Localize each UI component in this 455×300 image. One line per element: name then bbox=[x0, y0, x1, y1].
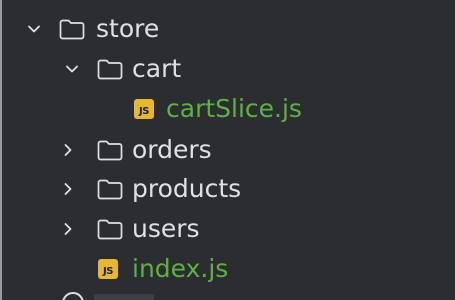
tree-item-store[interactable]: store bbox=[2, 9, 455, 49]
tree-item-label: users bbox=[132, 214, 200, 243]
tree-item-cart[interactable]: cart bbox=[2, 49, 455, 89]
folder-icon bbox=[58, 17, 86, 41]
tree-item-index-js[interactable]: JS index.js bbox=[2, 249, 455, 289]
tree-item-label: cart bbox=[132, 54, 182, 83]
tree-item-label: products bbox=[132, 174, 242, 203]
project-file-tree: store cart JS cartSlice.js orders produc… bbox=[0, 0, 455, 300]
folder-icon bbox=[96, 57, 124, 81]
folder-icon bbox=[96, 217, 124, 241]
cutoff-item-label bbox=[94, 294, 154, 300]
tree-item-orders[interactable]: orders bbox=[2, 130, 455, 170]
chevron-right-icon[interactable] bbox=[58, 219, 78, 239]
tree-item-products[interactable]: products bbox=[2, 169, 455, 209]
tree-item-cartslice-js[interactable]: JS cartSlice.js bbox=[2, 89, 455, 129]
tree-item-users[interactable]: users bbox=[2, 209, 455, 249]
tree-item-label: store bbox=[96, 14, 160, 43]
chevron-down-icon[interactable] bbox=[62, 59, 82, 79]
js-file-icon: JS bbox=[98, 259, 118, 279]
folder-icon bbox=[96, 177, 124, 201]
cutoff-item-icon bbox=[62, 292, 84, 300]
tree-item-label: cartSlice.js bbox=[166, 94, 302, 123]
chevron-right-icon[interactable] bbox=[58, 140, 78, 160]
folder-icon bbox=[96, 138, 124, 162]
tree-item-label: orders bbox=[132, 135, 212, 164]
chevron-right-icon[interactable] bbox=[58, 179, 78, 199]
js-file-icon: JS bbox=[134, 99, 154, 119]
chevron-down-icon[interactable] bbox=[24, 19, 44, 39]
tree-item-label: index.js bbox=[132, 254, 229, 283]
